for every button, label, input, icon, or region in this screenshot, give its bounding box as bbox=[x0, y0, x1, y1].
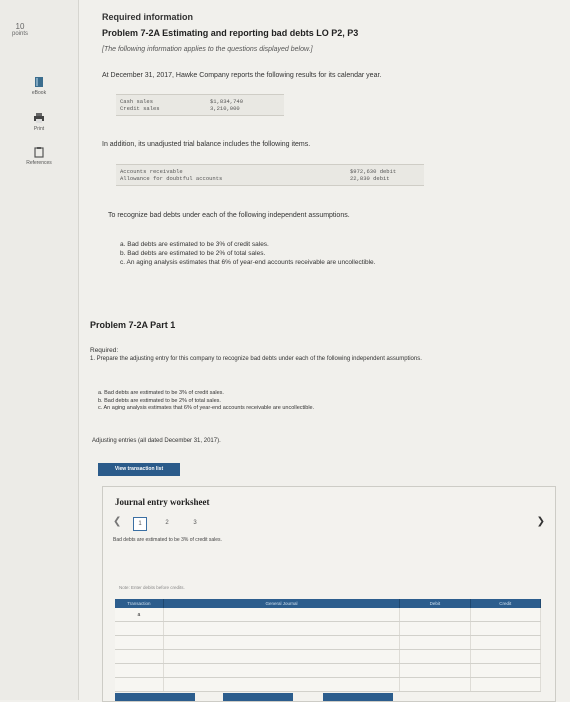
points-value: 10 bbox=[15, 22, 25, 31]
recognize-intro: To recognize bad debts under each of the… bbox=[108, 212, 350, 219]
credit-input[interactable] bbox=[470, 663, 542, 678]
col-credit: Credit bbox=[470, 599, 542, 608]
list-item: a. Bad debts are estimated to be 3% of c… bbox=[120, 241, 269, 248]
debit-input[interactable] bbox=[399, 663, 471, 678]
list-item: c. An aging analysis estimates that 6% o… bbox=[120, 259, 376, 266]
table-row bbox=[115, 621, 542, 636]
credit-input[interactable] bbox=[470, 621, 542, 636]
transaction-cell bbox=[115, 649, 164, 664]
assumptions-list: a. Bad debts are estimated to be 3% of c… bbox=[120, 240, 375, 267]
journal-table: Transaction General Journal Debit Credit… bbox=[115, 599, 542, 692]
book-icon bbox=[35, 77, 43, 87]
chevron-left-icon[interactable]: ❮ bbox=[113, 516, 121, 527]
list-item: c. An aging analysis estimates that 6% o… bbox=[98, 405, 315, 411]
required-information-heading: Required information bbox=[102, 12, 194, 22]
problem-title: Problem 7-2A Estimating and reporting ba… bbox=[102, 28, 359, 38]
account-select[interactable] bbox=[163, 663, 401, 678]
ebook-label: eBook bbox=[31, 90, 47, 96]
table-row bbox=[115, 663, 542, 678]
sales-label: Credit sales bbox=[120, 105, 160, 112]
balance-value: 22,830 debit bbox=[350, 175, 390, 182]
table-row bbox=[115, 677, 542, 692]
credit-input[interactable] bbox=[470, 677, 542, 692]
worksheet-description: Bad debts are estimated to be 3% of cred… bbox=[113, 537, 222, 543]
sales-value: 3,210,000 bbox=[210, 105, 240, 112]
references-label: References bbox=[26, 160, 52, 166]
debit-input[interactable] bbox=[399, 649, 471, 664]
account-select[interactable] bbox=[163, 649, 401, 664]
balance-value: $972,630 debit bbox=[350, 168, 397, 175]
worksheet-title: Journal entry worksheet bbox=[115, 497, 210, 507]
journal-entry-worksheet: Journal entry worksheet ❮ 1 2 3 ❯ Bad de… bbox=[102, 486, 556, 702]
col-transaction: Transaction bbox=[115, 599, 164, 608]
transaction-cell bbox=[115, 677, 164, 692]
account-select[interactable] bbox=[163, 608, 401, 622]
page-tab-3[interactable]: 3 bbox=[189, 517, 201, 529]
ebook-button[interactable]: eBook bbox=[22, 76, 56, 96]
sales-value: $1,834,740 bbox=[210, 98, 244, 105]
balance-table: Accounts receivable $972,630 debit Allow… bbox=[116, 164, 424, 186]
table-row: Cash sales $1,834,740 bbox=[120, 98, 280, 105]
worksheet-note: Note: Enter debits before credits. bbox=[119, 585, 185, 590]
balance-label: Accounts receivable bbox=[120, 168, 183, 175]
references-button[interactable]: References bbox=[22, 146, 56, 166]
credit-input[interactable] bbox=[470, 649, 542, 664]
required-text: 1. Prepare the adjusting entry for this … bbox=[90, 356, 422, 362]
table-row: Accounts receivable $972,630 debit bbox=[120, 168, 420, 175]
view-transaction-list-button[interactable]: View transaction list bbox=[98, 463, 180, 476]
print-button[interactable]: Print bbox=[22, 112, 56, 132]
account-select[interactable] bbox=[163, 621, 401, 636]
page-tab-1[interactable]: 1 bbox=[133, 517, 147, 531]
balance-label: Allowance for doubtful accounts bbox=[120, 175, 223, 182]
credit-input[interactable] bbox=[470, 608, 542, 622]
debit-input[interactable] bbox=[399, 635, 471, 650]
points-label: points bbox=[11, 31, 28, 37]
intro-text: At December 31, 2017, Hawke Company repo… bbox=[102, 72, 382, 79]
transaction-cell bbox=[115, 635, 164, 650]
col-general-journal: General Journal bbox=[163, 599, 401, 608]
table-row: Credit sales 3,210,000 bbox=[120, 105, 280, 112]
account-select[interactable] bbox=[163, 635, 401, 650]
debit-input[interactable] bbox=[399, 621, 471, 636]
table-row bbox=[115, 635, 542, 650]
references-icon bbox=[34, 147, 44, 158]
print-icon bbox=[34, 113, 44, 123]
list-item: b. Bad debts are estimated to be 2% of t… bbox=[120, 250, 266, 257]
assumptions-list-part1: a. Bad debts are estimated to be 3% of c… bbox=[98, 390, 314, 413]
sales-table: Cash sales $1,834,740 Credit sales 3,210… bbox=[116, 94, 284, 116]
adjusting-entries-label: Adjusting entries (all dated December 31… bbox=[92, 438, 221, 444]
sales-label: Cash sales bbox=[120, 98, 154, 105]
table-header-row: Transaction General Journal Debit Credit bbox=[115, 599, 542, 608]
transaction-cell bbox=[115, 663, 164, 678]
question-content: Required information Problem 7-2A Estima… bbox=[80, 0, 570, 702]
part-title: Problem 7-2A Part 1 bbox=[90, 320, 176, 330]
list-item: b. Bad debts are estimated to be 2% of t… bbox=[98, 397, 221, 404]
table-row: Allowance for doubtful accounts 22,830 d… bbox=[120, 175, 420, 182]
sidebar: 10 points eBook Print References bbox=[0, 0, 79, 700]
chevron-right-icon[interactable]: ❯ bbox=[537, 516, 545, 527]
transaction-cell bbox=[115, 621, 164, 636]
col-debit: Debit bbox=[399, 599, 471, 608]
credit-input[interactable] bbox=[470, 635, 542, 650]
account-select[interactable] bbox=[163, 677, 401, 692]
points-indicator: 10 points bbox=[10, 22, 30, 37]
table-row bbox=[115, 649, 542, 664]
required-label: Required: bbox=[90, 347, 119, 354]
balance-intro: In addition, its unadjusted trial balanc… bbox=[102, 141, 311, 148]
debit-input[interactable] bbox=[399, 608, 471, 622]
info-note: [The following information applies to th… bbox=[102, 46, 313, 53]
page-tab-2[interactable]: 2 bbox=[161, 517, 173, 529]
debit-input[interactable] bbox=[399, 677, 471, 692]
print-label: Print bbox=[33, 126, 45, 132]
table-row: a bbox=[115, 608, 542, 622]
list-item: a. Bad debts are estimated to be 3% of c… bbox=[98, 390, 224, 396]
transaction-cell: a bbox=[115, 608, 164, 622]
